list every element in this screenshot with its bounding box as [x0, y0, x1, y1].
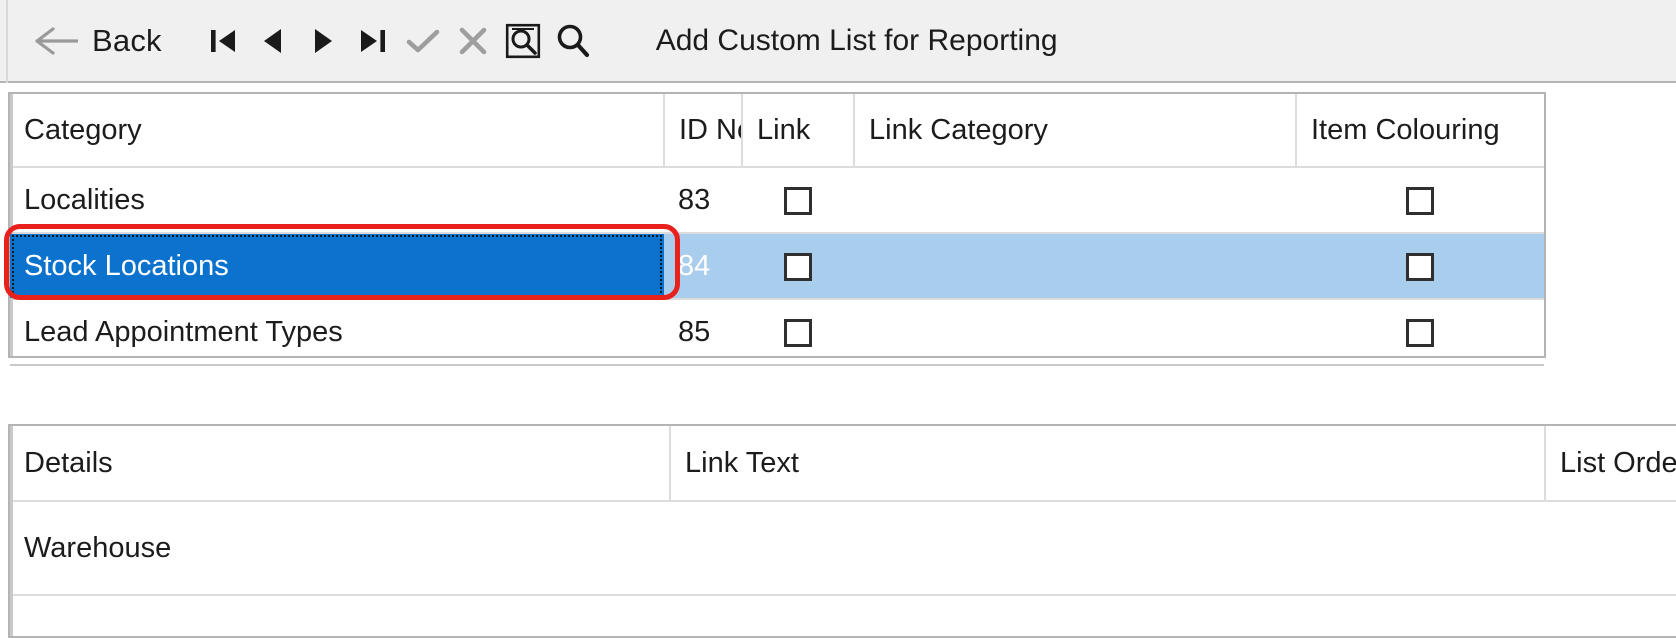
zoom-find-button[interactable] [498, 14, 548, 68]
cell-link-checkbox[interactable] [742, 233, 854, 299]
categories-grid: Category ID No Link Link Category Item C… [8, 92, 1546, 358]
back-button[interactable]: Back [34, 23, 162, 59]
item-colouring-checkbox[interactable] [1406, 187, 1434, 215]
column-header-list-order[interactable]: List Order [1545, 426, 1676, 501]
column-header-link-text[interactable]: Link Text [670, 426, 1545, 501]
next-record-button[interactable] [298, 14, 348, 68]
table-row[interactable]: Warehouse [10, 501, 1676, 595]
cell-list-order[interactable] [1545, 501, 1676, 595]
table-header-row: Details Link Text List Order [10, 426, 1676, 501]
item-colouring-checkbox[interactable] [1406, 253, 1434, 281]
cell-category[interactable]: Localities [10, 167, 664, 233]
triangle-right-icon [306, 24, 340, 58]
categories-table: Category ID No Link Link Category Item C… [10, 94, 1544, 366]
table-row[interactable]: Lead Appointment Types 85 [10, 299, 1544, 365]
search-button[interactable] [548, 14, 598, 68]
cell-link-category[interactable] [854, 299, 1296, 365]
column-header-details[interactable]: Details [10, 426, 670, 501]
table-row-selected[interactable]: Stock Locations 84 [10, 233, 1544, 299]
column-header-id-no[interactable]: ID No [664, 94, 742, 167]
cell-id-no[interactable]: 85 [664, 299, 742, 365]
confirm-button[interactable] [398, 14, 448, 68]
details-grid: Details Link Text List Order Warehouse [8, 424, 1676, 638]
column-header-link[interactable]: Link [742, 94, 854, 167]
toolbar-left-divider [6, 0, 8, 83]
cell-id-no[interactable]: 83 [664, 167, 742, 233]
record-navigation-group [198, 14, 598, 68]
arrow-left-icon [34, 24, 78, 58]
first-record-button[interactable] [198, 14, 248, 68]
page-title: Add Custom List for Reporting [656, 24, 1058, 58]
skip-to-end-icon [356, 24, 390, 58]
cell-link-checkbox[interactable] [742, 167, 854, 233]
cell-item-colouring-checkbox[interactable] [1296, 167, 1544, 233]
column-header-link-category[interactable]: Link Category [854, 94, 1296, 167]
application-window: Back Add Custom List for Reporting Categ… [0, 0, 1676, 634]
check-icon [405, 24, 441, 58]
cell-details[interactable]: Warehouse [10, 501, 670, 595]
back-button-label: Back [92, 23, 162, 59]
table-row[interactable]: Localities 83 [10, 167, 1544, 233]
column-header-category[interactable]: Category [10, 94, 664, 167]
last-record-button[interactable] [348, 14, 398, 68]
previous-record-button[interactable] [248, 14, 298, 68]
cell-link-checkbox[interactable] [742, 299, 854, 365]
link-checkbox[interactable] [784, 319, 812, 347]
toolbar: Back Add Custom List for Reporting [0, 0, 1676, 83]
magnifier-icon [554, 22, 592, 60]
cell-category[interactable]: Stock Locations [10, 233, 664, 299]
details-table: Details Link Text List Order Warehouse [10, 426, 1676, 596]
cancel-button[interactable] [448, 14, 498, 68]
cell-category[interactable]: Lead Appointment Types [10, 299, 664, 365]
magnifier-boxed-icon [504, 22, 542, 60]
cell-item-colouring-checkbox[interactable] [1296, 299, 1544, 365]
triangle-left-icon [256, 24, 290, 58]
cell-item-colouring-checkbox[interactable] [1296, 233, 1544, 299]
link-checkbox[interactable] [784, 253, 812, 281]
cell-link-text[interactable] [670, 501, 1545, 595]
table-header-row: Category ID No Link Link Category Item C… [10, 94, 1544, 167]
cell-id-no[interactable]: 84 [664, 233, 742, 299]
cross-icon [456, 24, 490, 58]
column-header-item-colouring[interactable]: Item Colouring [1296, 94, 1544, 167]
cell-link-category[interactable] [854, 167, 1296, 233]
item-colouring-checkbox[interactable] [1406, 319, 1434, 347]
grid-left-divider [10, 426, 13, 636]
grid-left-divider [10, 94, 13, 356]
cell-link-category[interactable] [854, 233, 1296, 299]
skip-to-start-icon [206, 24, 240, 58]
link-checkbox[interactable] [784, 187, 812, 215]
